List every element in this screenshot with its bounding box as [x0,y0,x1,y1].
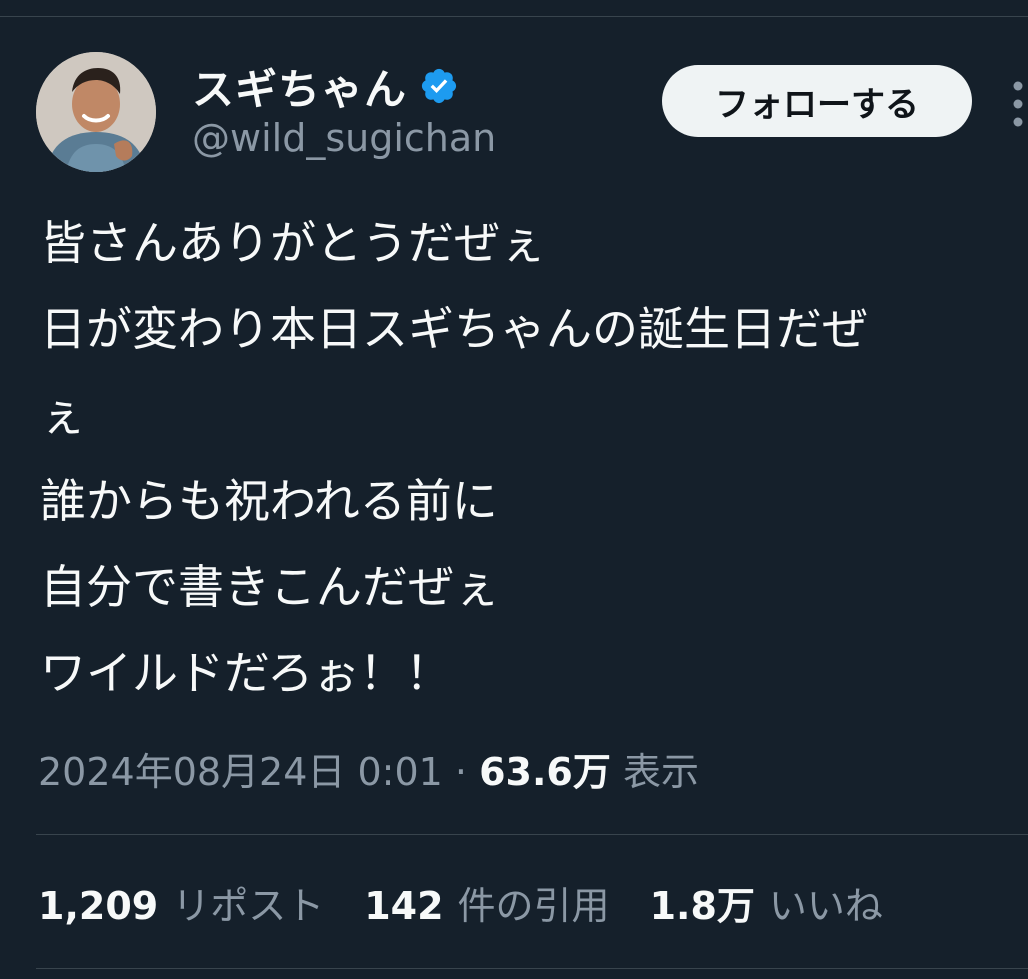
reposts-stat[interactable]: 1,209 リポスト [38,878,324,934]
top-divider [0,16,1028,17]
stats-divider-top [36,834,1028,835]
likes-count: 1.8万 [649,884,755,928]
tweet-line: ワイルドだろぉ！！ [40,646,452,700]
meta-separator: · [454,750,468,794]
tweet-line: 誰からも祝われる前に [40,474,498,528]
quotes-count: 142 [364,884,444,928]
tweet-line: ぇ [40,388,86,442]
quotes-label: 件の引用 [457,884,610,928]
tweet-timestamp[interactable]: 2024年08月24日 0:01 [38,750,443,794]
tweet-text: 皆さんありがとうだぜぇ 日が変わり本日スギちゃんの誕生日だぜ ぇ 誰からも祝われ… [40,200,1015,716]
display-name-row: スギちゃん [192,58,459,114]
tweet-stats: 1,209 リポスト 142 件の引用 1.8万 いいね [38,878,883,934]
reposts-label: リポスト [172,884,325,928]
tweet-line: 自分で書きこんだぜぇ [40,560,500,614]
tweet-detail-page: スギちゃん @wild_sugichan フォローする 皆さんありがとうだぜぇ … [0,0,1028,979]
views-label: 表示 [622,750,699,794]
reposts-count: 1,209 [38,884,159,928]
tweet-line: 皆さんありがとうだぜぇ [40,216,546,270]
avatar[interactable] [36,52,156,172]
profile-avatar-icon [36,52,156,172]
tweet-line: 日が変わり本日スギちゃんの誕生日だぜ [40,302,868,356]
quotes-stat[interactable]: 142 件の引用 [364,878,609,934]
more-options-icon[interactable] [1008,78,1028,130]
likes-label: いいね [768,884,883,928]
follow-button[interactable]: フォローする [662,65,972,137]
likes-stat[interactable]: 1.8万 いいね [650,878,883,934]
stats-divider-bottom [36,968,1028,969]
views-count[interactable]: 63.6万 [479,750,611,794]
verified-badge-icon [421,68,457,104]
tweet-meta: 2024年08月24日 0:01 · 63.6万 表示 [38,744,699,800]
display-name[interactable]: スギちゃん [192,56,407,117]
user-handle[interactable]: @wild_sugichan [192,116,496,160]
